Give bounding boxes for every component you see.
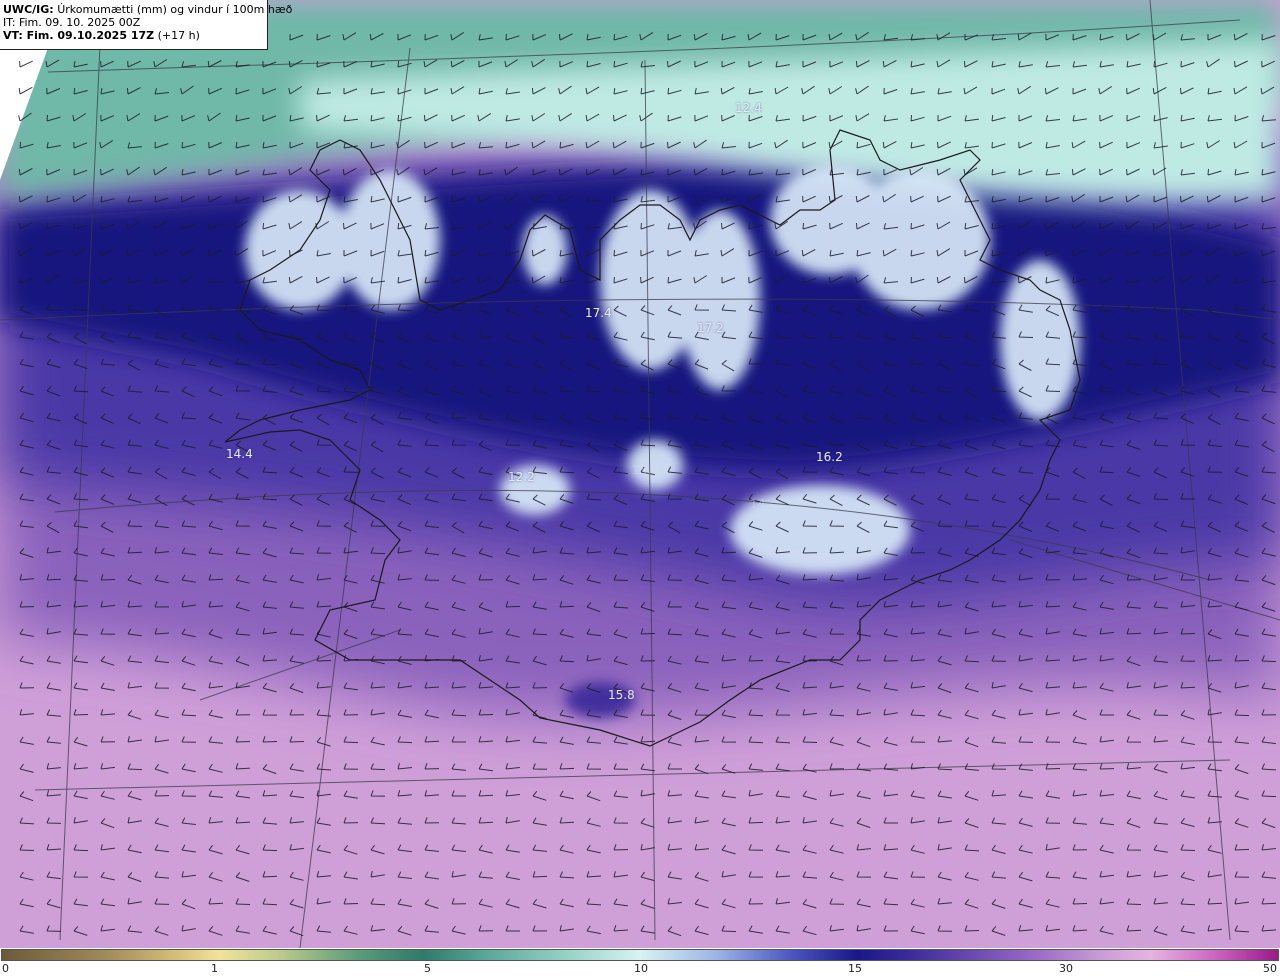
label-east: 14 [750, 497, 766, 511]
label-highlands: 13.9 [632, 463, 659, 477]
label-central: 12.2 [508, 470, 535, 484]
label-north-central: 17.4 [585, 306, 612, 320]
label-vatnajokull: 16.2 [816, 450, 843, 464]
colorbar-tick: 1 [211, 962, 218, 975]
precipitation-map[interactable]: UWC/IG: Úrkomumætti (mm) og vindur í 100… [0, 0, 1280, 948]
colorbar-tick: 15 [848, 962, 862, 975]
title-row: UWC/IG: Úrkomumætti (mm) og vindur í 100… [3, 3, 292, 16]
lead-time: (+17 h) [157, 29, 200, 42]
label-north: 12.4 [735, 101, 762, 115]
map-title: Úrkomumætti (mm) og vindur í 100m hæð [57, 3, 293, 16]
colorbar-tick: 0 [2, 962, 9, 975]
label-westfjords: 14.4 [226, 447, 253, 461]
colorbar-tick: 30 [1059, 962, 1073, 975]
map-header: UWC/IG: Úrkomumætti (mm) og vindur í 100… [0, 0, 292, 50]
colorbar-legend: 0 1 5 10 15 30 50 [0, 948, 1280, 978]
colorbar-tick: 10 [634, 962, 648, 975]
colorbar-tick: 5 [424, 962, 431, 975]
issue-time: IT: Fim. 09. 10. 2025 00Z [3, 16, 141, 29]
valid-time: VT: Fim. 09.10.2025 17Z [3, 29, 155, 42]
label-south: 15.8 [608, 688, 635, 702]
colorbar-strip [1, 949, 1279, 961]
colorbar-tick: 50 [1263, 962, 1277, 975]
model-prefix: UWC/IG: [3, 3, 54, 16]
label-eyjafjordur: 17.2 [697, 321, 724, 335]
valid-time-row: VT: Fim. 09.10.2025 17Z (+17 h) [3, 29, 267, 42]
